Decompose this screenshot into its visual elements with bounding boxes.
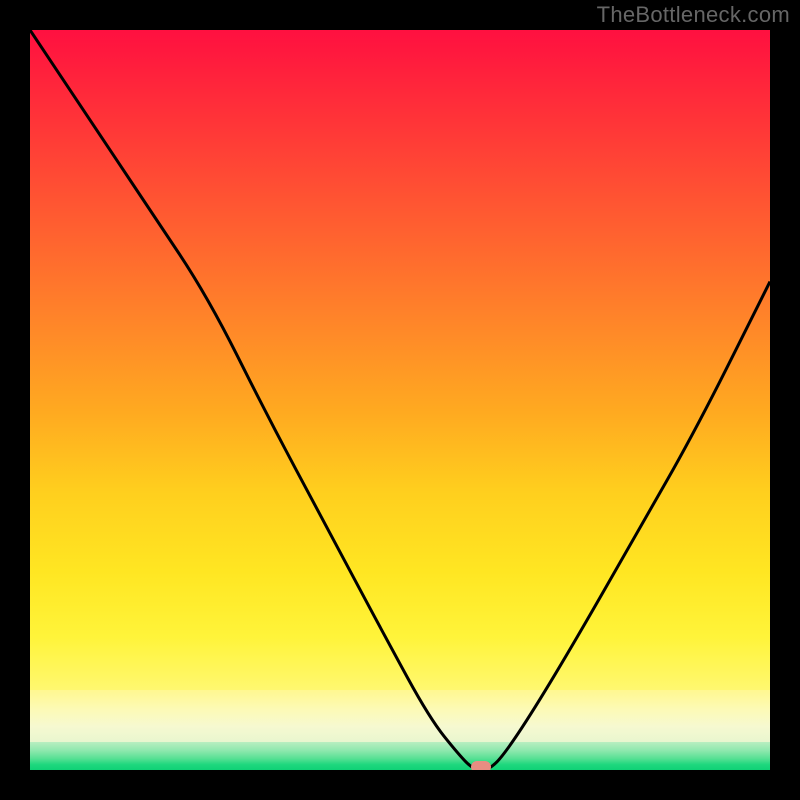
- optimal-point-marker: [471, 761, 491, 770]
- chart-frame: TheBottleneck.com: [0, 0, 800, 800]
- plot-area: [30, 30, 770, 770]
- bottleneck-curve-path: [30, 30, 770, 770]
- watermark-text: TheBottleneck.com: [597, 2, 790, 28]
- curve-svg: [30, 30, 770, 770]
